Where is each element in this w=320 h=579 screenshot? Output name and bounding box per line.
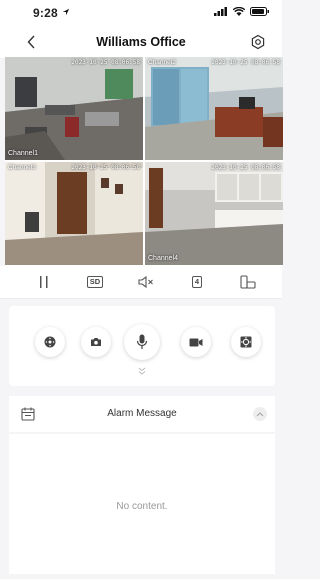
page-title: Williams Office xyxy=(96,35,186,49)
split-screen-button[interactable]: 4 xyxy=(189,274,205,290)
mute-icon xyxy=(138,276,153,288)
nav-bar: Williams Office xyxy=(0,26,282,58)
pause-button[interactable] xyxy=(36,274,52,290)
navigation-arrow-icon xyxy=(62,8,70,16)
split-label: 4 xyxy=(191,276,203,288)
pause-icon xyxy=(40,276,48,288)
control-panel xyxy=(9,306,275,386)
microphone-icon xyxy=(136,334,148,349)
snapshot-button[interactable] xyxy=(81,327,111,357)
status-time: 9:28 xyxy=(33,6,58,20)
status-bar: 9:28 xyxy=(0,0,282,26)
playback-toolbar: SD 4 xyxy=(0,266,282,299)
video-grid: 2023-10-25 08:06:58 Channel1 Channel2 20… xyxy=(5,57,283,266)
ptz-icon xyxy=(44,336,56,348)
record-icon xyxy=(189,338,203,346)
quality-label: SD xyxy=(86,276,104,288)
ptz-button[interactable] xyxy=(35,327,65,357)
camera-label: Channel2 xyxy=(148,59,176,66)
zoom-icon xyxy=(240,336,252,348)
camera-feed-3 xyxy=(5,162,143,265)
chevron-up-icon xyxy=(256,412,264,417)
camera-timestamp: 2023-10-25 08:06:58 xyxy=(71,164,140,171)
camera-label: Channel1 xyxy=(8,150,38,157)
camera-feed-1 xyxy=(5,57,143,160)
quality-button[interactable]: SD xyxy=(86,274,104,290)
camera-timestamp: 2023-10-25 08:06:58 xyxy=(211,59,280,66)
orientation-icon xyxy=(240,275,256,289)
camera-feed-4 xyxy=(145,162,283,265)
chevron-down-icon[interactable] xyxy=(137,366,147,376)
record-button[interactable] xyxy=(181,327,211,357)
alarm-header: Alarm Message xyxy=(9,396,275,432)
microphone-button[interactable] xyxy=(124,324,160,360)
alarm-title: Alarm Message xyxy=(107,408,177,419)
camera-label: Channel4 xyxy=(148,255,178,262)
empty-state-text: No content. xyxy=(116,501,168,512)
alarm-list: No content. xyxy=(9,434,275,574)
mute-button[interactable] xyxy=(138,274,154,290)
signal-icon xyxy=(214,7,227,16)
collapse-button[interactable] xyxy=(253,407,267,421)
camera-feed-2 xyxy=(145,57,283,160)
camera-label: Channel3 xyxy=(8,164,36,171)
battery-icon xyxy=(250,7,269,16)
camera-tile-1[interactable]: 2023-10-25 08:06:58 Channel1 xyxy=(5,57,143,160)
wifi-icon xyxy=(233,7,245,16)
settings-icon[interactable] xyxy=(250,34,266,50)
camera-tile-3[interactable]: Channel3 2023-10-25 08:06:58 xyxy=(5,162,143,265)
camera-tile-4[interactable]: 2023-10-25 08:06:58 Channel4 xyxy=(145,162,283,265)
orientation-button[interactable] xyxy=(240,274,256,290)
camera-tile-2[interactable]: Channel2 2023-10-25 08:06:58 xyxy=(145,57,283,160)
camera-timestamp: 2023-10-25 08:06:58 xyxy=(71,59,140,66)
camera-timestamp: 2023-10-25 08:06:58 xyxy=(211,164,280,171)
snapshot-icon xyxy=(91,338,101,346)
zoom-button[interactable] xyxy=(231,327,261,357)
